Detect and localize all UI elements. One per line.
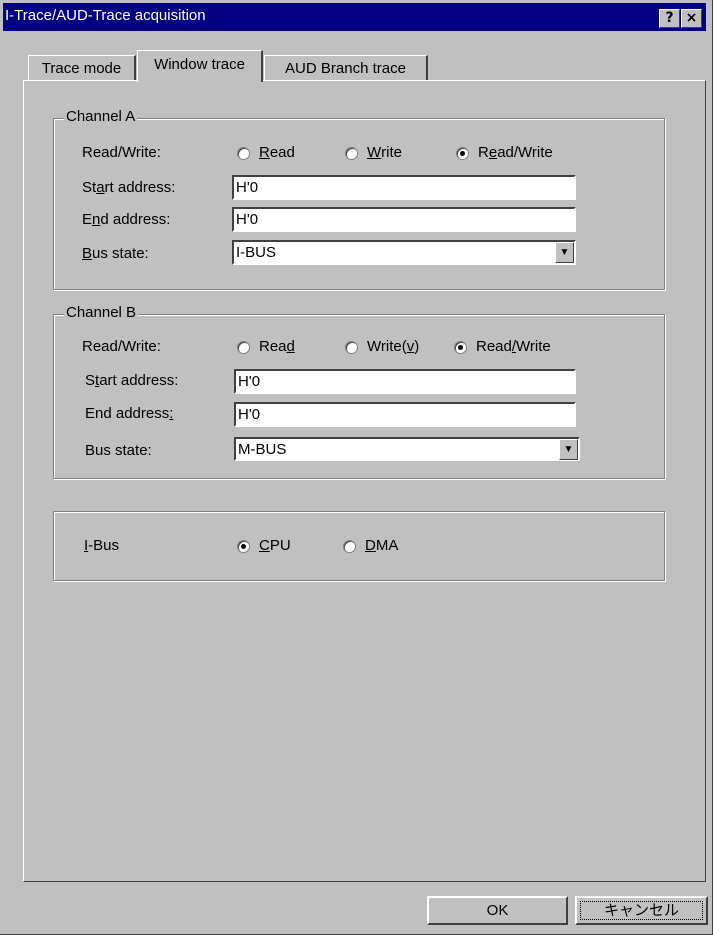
- ibus-label: I-Bus: [84, 537, 120, 554]
- channel-b-rw-label: Read/Write:: [82, 338, 161, 355]
- tab-window-trace[interactable]: Window trace: [137, 50, 263, 82]
- channel-a-rw-label: Read/Write:: [82, 144, 161, 161]
- channel-a-start-label: Start address:: [82, 179, 176, 196]
- channel-b-legend: Channel B: [64, 304, 139, 322]
- radio-circle: [345, 146, 358, 160]
- tab-panel: Channel A Read/Write: Read Write Re ad/Wr…: [23, 80, 706, 882]
- channel-a-radio-write[interactable]: Write: [345, 143, 402, 163]
- help-icon[interactable]: ?: [659, 9, 680, 28]
- channel-b-start-label: Start address:: [85, 372, 179, 389]
- channel-b-end-label: End address:: [85, 405, 174, 422]
- channel-b-radio-read[interactable]: Rea d: [237, 337, 295, 357]
- tab-aud-branch-trace[interactable]: AUD Branch trace: [264, 55, 428, 80]
- channel-a-start-address-input[interactable]: H'0: [232, 175, 576, 200]
- ibus-group: I-Bus C PU D MA: [53, 511, 665, 581]
- channel-b-end-address-input[interactable]: H'0: [234, 402, 576, 427]
- chevron-down-icon[interactable]: ▼: [559, 439, 578, 460]
- channel-a-bus-value: I-BUS: [236, 244, 277, 261]
- radio-circle-checked: [454, 340, 467, 354]
- channel-b-start-address-input[interactable]: H'0: [234, 369, 576, 394]
- channel-b-group: Channel B Read/Write: Rea d Write(v) Read…: [53, 304, 665, 479]
- close-icon[interactable]: ×: [681, 9, 702, 28]
- radio-circle: [343, 539, 356, 553]
- dialog-window: I-Trace/AUD-Trace acquisition ? × Trace …: [0, 0, 713, 935]
- cancel-button[interactable]: キャンセル: [575, 896, 708, 925]
- channel-a-bus-state-select[interactable]: I-BUS ▼: [232, 240, 576, 265]
- channel-a-legend: Channel A: [64, 108, 138, 126]
- window-title: I-Trace/AUD-Trace acquisition: [5, 7, 206, 24]
- title-bar[interactable]: I-Trace/AUD-Trace acquisition ? ×: [3, 3, 706, 31]
- radio-circle-checked: [456, 146, 469, 160]
- channel-b-bus-value: M-BUS: [238, 441, 287, 458]
- ok-button[interactable]: OK: [427, 896, 568, 925]
- channel-b-bus-state-select[interactable]: M-BUS ▼: [234, 437, 580, 461]
- radio-circle: [237, 146, 250, 160]
- channel-a-radio-readwrite[interactable]: Re ad/Write: [456, 143, 553, 163]
- ibus-radio-dma[interactable]: D MA: [343, 536, 398, 556]
- channel-b-bus-label: Bus state:: [85, 442, 152, 459]
- channel-a-group: Channel A Read/Write: Read Write Re ad/Wr…: [53, 108, 665, 290]
- channel-a-end-label: End address:: [82, 211, 171, 228]
- radio-circle: [345, 340, 358, 354]
- chevron-down-icon[interactable]: ▼: [555, 242, 574, 263]
- channel-a-bus-label: Bus state:: [82, 245, 149, 262]
- radio-circle-checked: [237, 539, 250, 553]
- channel-a-end-address-input[interactable]: H'0: [232, 207, 576, 232]
- channel-a-radio-read[interactable]: Read: [237, 143, 295, 163]
- tab-trace-mode[interactable]: Trace mode: [28, 55, 136, 80]
- ibus-radio-cpu[interactable]: C PU: [237, 536, 291, 556]
- radio-circle: [237, 340, 250, 354]
- channel-b-radio-readwrite[interactable]: Read / Write: [454, 337, 551, 357]
- channel-b-radio-write[interactable]: Write(v): [345, 337, 419, 357]
